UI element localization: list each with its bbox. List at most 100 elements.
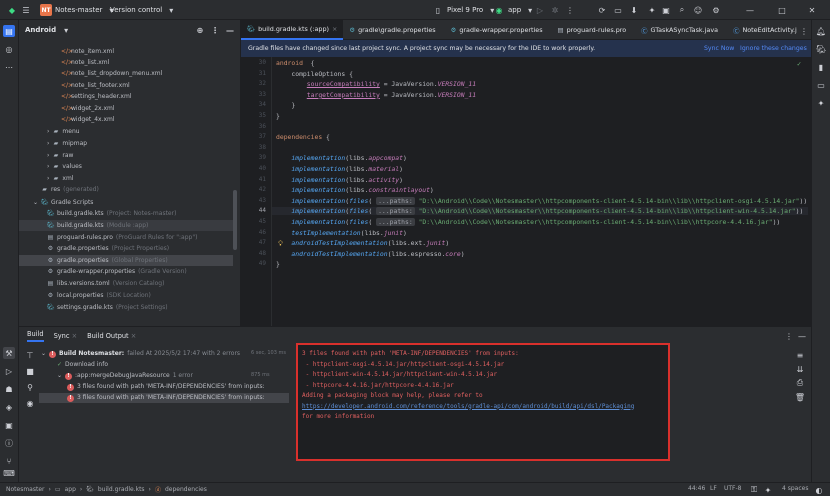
commit-icon[interactable]: ◎ [3,43,15,55]
run-config-selector[interactable]: ◉ app ▾ [493,4,536,16]
close-tab-icon[interactable]: × [129,332,137,340]
project-tree-item[interactable]: </> note_list_dropdown_menu.xml [61,68,165,79]
locate-icon[interactable]: ⊕ [194,24,206,36]
close-tab-icon[interactable]: × [69,332,78,340]
device-manager-icon[interactable]: ▭ [612,4,624,16]
breadcrumb-item[interactable]: build.gradle.kts [98,486,145,493]
print-icon[interactable]: ⎙ [794,377,806,389]
hide-panel-icon[interactable]: — [224,24,236,36]
close-tab-icon[interactable]: × [332,25,337,33]
project-tree-item[interactable]: ▤ proguard-rules.pro (ProGuard Rules for "… [47,232,198,243]
eye-icon[interactable]: ◉ [24,397,36,409]
project-tree-item[interactable]: › ▰ mipmap [47,138,90,149]
line-separator[interactable]: LF [710,485,717,492]
lightbulb-icon[interactable]: 💡︎ [278,240,283,249]
stop-icon[interactable]: ■ [24,365,36,377]
project-tree-item[interactable]: ⚙ local.properties (SDK Location) [47,290,151,301]
terminal-tool-icon[interactable]: ▣ [3,419,15,431]
file-encoding[interactable]: UTF-8 [724,485,742,492]
build-tree-item[interactable]: ⌄!:app:mergeDebugJavaResource 1 error [57,371,193,381]
settings-gear-icon[interactable]: ⚙ [710,4,722,16]
version-control-tool-icon[interactable]: ⑂ [3,455,15,467]
reference-link[interactable]: https://developer.android.com/reference/… [302,403,664,414]
build-panel-tab[interactable]: Sync × [54,332,78,340]
hide-panel-icon[interactable]: — [796,330,808,342]
cursor-position[interactable]: 44:46 [688,485,705,492]
project-selector[interactable]: NT Notes-master ▾ [40,4,117,16]
terminal-icon[interactable]: ▣ [660,4,672,16]
chevron-down-icon[interactable]: ▾ [60,24,72,36]
options-icon[interactable]: ⋮ [209,24,221,36]
project-tree-item[interactable]: </> widget_2x.xml [61,103,118,114]
scroll-end-icon[interactable]: ⇊ [794,363,806,375]
build-panel-tab[interactable]: Build Output × [87,332,136,340]
device-manager-tool-icon[interactable]: ▮ [815,61,827,73]
gemini-tool-icon[interactable]: ✦ [815,97,827,109]
panel-options-icon[interactable]: ⋮ [783,330,795,342]
debug-icon[interactable]: ✲ [549,4,561,16]
chevron-icon[interactable]: › [47,161,49,172]
gemini-icon[interactable]: ✦ [646,4,658,16]
breadcrumb-item[interactable]: app [65,486,76,493]
editor-tab[interactable]: ⚙ gradle\gradle.properties [343,20,444,40]
build-tree-item[interactable]: ⌄! Build Notesmaster: failed At 2025/5/2 1… [41,349,240,359]
project-tree-item[interactable]: › ▰ menu [47,126,83,137]
gemini-status-icon[interactable]: ✦ [762,484,774,496]
project-tree-item[interactable]: ⚙ gradle-wrapper.properties (Gradle Versio… [47,266,187,277]
filter-icon[interactable]: ⊤ [24,349,36,361]
run-tool-icon[interactable]: ▷ [3,365,15,377]
version-control-selector[interactable]: Version control ▾ [110,4,177,16]
project-tree-item[interactable]: </> note_list_footer.xml [61,80,133,91]
chevron-icon[interactable]: › [47,138,49,149]
close-icon[interactable]: ✕ [806,4,818,16]
build-tree-item[interactable]: ✓ Download info [57,360,111,370]
sdk-manager-icon[interactable]: ⬇ [628,4,640,16]
gradle-tool-icon[interactable]: 🐘︎ [815,43,827,55]
hamburger-menu-button[interactable]: ☰ [20,4,32,16]
project-tree-item[interactable]: ⚙ gradle.properties (Project Properties) [47,243,169,254]
app-quality-icon[interactable]: ◈ [3,401,15,413]
build-tree-item[interactable]: ! 3 files found with path 'META-INF/DEPEN… [39,393,289,403]
breadcrumb-item[interactable]: Notesmaster [6,486,45,493]
readonly-lock-icon[interactable]: ⚿ [748,484,760,496]
problems-icon[interactable]: ⓘ [3,437,15,449]
project-tree-item[interactable]: ▤ libs.versions.toml (Version Catalog) [47,278,165,289]
logcat-icon[interactable]: ☗ [3,383,15,395]
more-tools-icon[interactable]: ⋯ [3,61,15,73]
terminal-prompt-icon[interactable]: ⌨ [3,467,15,479]
project-tree-item[interactable]: </> note_list.xml [61,57,112,68]
chevron-icon[interactable]: › [47,173,49,184]
chevron-icon[interactable]: › [47,150,49,161]
pin-icon[interactable]: ⚲ [24,381,36,393]
project-scrollbar[interactable] [233,190,237,250]
run-icon[interactable]: ▷ [534,4,546,16]
tab-options-icon[interactable]: ⋮ [798,25,810,37]
indent-setting[interactable]: 4 spaces [782,485,808,492]
project-tree-item[interactable]: 🐘︎ build.gradle.kts (Module :app) [19,220,233,231]
code-editor[interactable]: 30 android {31 compileOptions {32 sourceC… [241,57,811,326]
minimize-icon[interactable]: — [744,4,756,16]
search-icon[interactable]: ⌕ [676,4,688,16]
project-tree-item[interactable]: › ▰ values [47,161,85,172]
project-tree-item[interactable]: </> settings_header.xml [61,91,134,102]
account-icon[interactable]: ☺ [692,4,704,16]
editor-tab[interactable]: Ⓒ GTaskASyncTask.java [635,20,727,40]
project-view-selector[interactable]: Android [25,26,56,34]
build-output-console[interactable]: 3 files found with path 'META-INF/DEPEND… [296,343,670,461]
chevron-icon[interactable]: ⌄ [41,349,46,359]
memory-indicator-icon[interactable]: ◐ [813,484,825,496]
build-tool-icon[interactable]: ⚒ [3,347,15,359]
project-tree-item[interactable]: 🐘︎ build.gradle.kts (Project: Notes-master… [47,208,176,219]
chevron-icon[interactable]: › [47,126,49,137]
project-tree-item[interactable]: ⚙ gradle.properties (Global Properties) [19,255,233,266]
sync-project-icon[interactable]: ⟳ [596,4,608,16]
running-devices-icon[interactable]: ▭ [815,79,827,91]
project-tree-item[interactable]: › ▰ xml [47,173,76,184]
project-tree-item[interactable]: › ▰ raw [47,150,76,161]
build-tree-item[interactable]: ! 3 files found with path 'META-INF/DEPEN… [67,382,268,392]
wrap-icon[interactable]: ≡ [794,349,806,361]
build-panel-tab[interactable]: Build [27,330,44,342]
project-tree-item[interactable]: </> widget_4x.xml [61,114,118,125]
project-tree-item[interactable]: ⌄ 🐘︎ Gradle Scripts [33,197,96,208]
editor-tab[interactable]: 🐘︎ build.gradle.kts (:app) × [241,20,344,40]
